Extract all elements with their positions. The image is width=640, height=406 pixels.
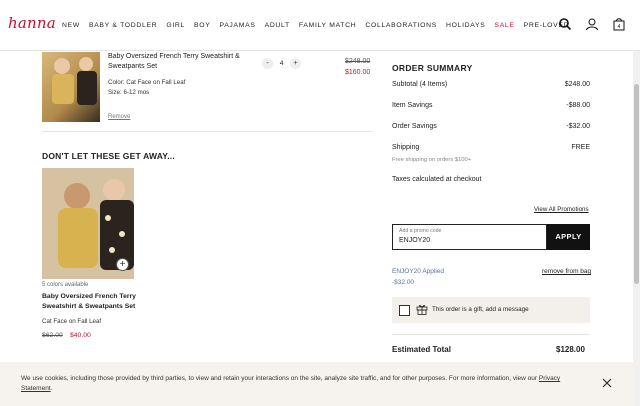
shipping-label: Shipping [392, 144, 420, 151]
quantity-stepper: - 4 + [262, 58, 301, 69]
cookie-message: We use cookies, including those provided… [21, 374, 591, 393]
cart-item-color: Color: Cat Face on Fall Leaf [108, 79, 186, 86]
shipping-note: Free shipping on orders $100+ [392, 157, 472, 163]
promo-code-input[interactable]: Add a promo code ENJOY20 [392, 224, 547, 250]
promo-applied-amount: -$32.00 [392, 279, 415, 286]
divider [42, 131, 372, 132]
recommendation-original-price: $62.00 [42, 332, 63, 339]
recommendation-color: Cat Face on Fall Leaf [42, 318, 102, 325]
search-icon[interactable] [558, 17, 572, 31]
gift-checkbox[interactable] [399, 305, 410, 316]
quantity-value: 4 [279, 60, 284, 67]
shipping-row: Shipping FREE [392, 144, 590, 151]
bag-count: 4 [618, 24, 621, 30]
promo-code-value: ENJOY20 [399, 237, 431, 244]
close-icon[interactable] [601, 377, 613, 389]
cookie-banner: We use cookies, including those provided… [0, 362, 633, 406]
item-savings-row: Item Savings -$88.00 [392, 102, 590, 109]
quantity-increase-button[interactable]: + [290, 58, 301, 69]
item-savings-value: -$88.00 [566, 102, 590, 109]
site-header: hanna NEW BABY & TODDLER GIRL BOY PAJAMA… [0, 0, 640, 51]
scrollbar-thumb[interactable] [634, 84, 639, 284]
subtotal-row: Subtotal (4 Items) $248.00 [392, 81, 590, 88]
quantity-decrease-button[interactable]: - [262, 58, 273, 69]
remove-item-link[interactable]: Remove [108, 114, 130, 120]
gift-option[interactable]: This order is a gift, add a message [392, 297, 590, 323]
bag-icon[interactable]: 4 [612, 17, 626, 31]
cart-item-size: Size: 6-12 mos [108, 89, 150, 96]
main-nav: NEW BABY & TODDLER GIRL BOY PAJAMAS ADUL… [62, 22, 578, 29]
recommendation-sale-price: $40.00 [70, 332, 91, 339]
shipping-value: FREE [571, 144, 590, 151]
recommendation-name[interactable]: Baby Oversized French Terry Sweatshirt &… [42, 292, 142, 312]
taxes-note: Taxes calculated at checkout [392, 176, 482, 183]
order-summary-title: ORDER SUMMARY [392, 63, 473, 73]
account-icon[interactable] [585, 17, 599, 31]
quick-add-button[interactable]: + [116, 258, 129, 271]
cart-item-original-price: $248.00 [345, 58, 371, 65]
order-savings-label: Order Savings [392, 123, 437, 130]
promo-code-label: Add a promo code [399, 228, 442, 234]
brand-logo[interactable]: hanna [8, 14, 56, 32]
nav-item-adult[interactable]: ADULT [265, 22, 290, 29]
cart-item-sale-price: $160.00 [345, 69, 371, 76]
nav-item-boy[interactable]: BOY [194, 22, 210, 29]
nav-item-pajamas[interactable]: PAJAMAS [219, 22, 255, 29]
recommendation-colors: 5 colors available [42, 282, 89, 288]
estimated-total-value: $128.00 [556, 345, 585, 354]
view-all-promotions-link[interactable]: View All Promotions [534, 206, 589, 213]
item-savings-label: Item Savings [392, 102, 433, 109]
order-savings-value: -$32.00 [566, 123, 590, 130]
nav-item-girl[interactable]: GIRL [166, 22, 185, 29]
nav-item-collaborations[interactable]: COLLABORATIONS [365, 22, 437, 29]
order-savings-row: Order Savings -$32.00 [392, 123, 590, 130]
apply-promo-button[interactable]: APPLY [547, 224, 590, 250]
gift-icon [416, 305, 428, 315]
gift-label: This order is a gift, add a message [432, 306, 529, 313]
divider [392, 334, 590, 335]
subtotal-value: $248.00 [564, 81, 590, 88]
nav-item-baby-toddler[interactable]: BABY & TODDLER [89, 22, 157, 29]
estimated-total-label: Estimated Total [392, 345, 451, 354]
promo-applied-label: ENJOY20 Applied [392, 268, 445, 275]
cart-item-title[interactable]: Baby Oversized French Terry Sweatshirt &… [108, 52, 248, 72]
nav-item-sale[interactable]: SALE [494, 22, 514, 29]
cookie-text: We use cookies, including those provided… [21, 375, 538, 382]
nav-item-new[interactable]: NEW [62, 22, 80, 29]
nav-item-family-match[interactable]: FAMILY MATCH [299, 22, 357, 29]
recommendations-heading: DON'T LET THESE GET AWAY... [42, 151, 175, 161]
remove-promo-link[interactable]: remove from bag [542, 268, 591, 275]
nav-item-holidays[interactable]: HOLIDAYS [446, 22, 485, 29]
subtotal-label: Subtotal (4 Items) [392, 81, 448, 88]
cookie-text-end: . [50, 384, 53, 392]
cart-item-image[interactable] [42, 52, 100, 122]
